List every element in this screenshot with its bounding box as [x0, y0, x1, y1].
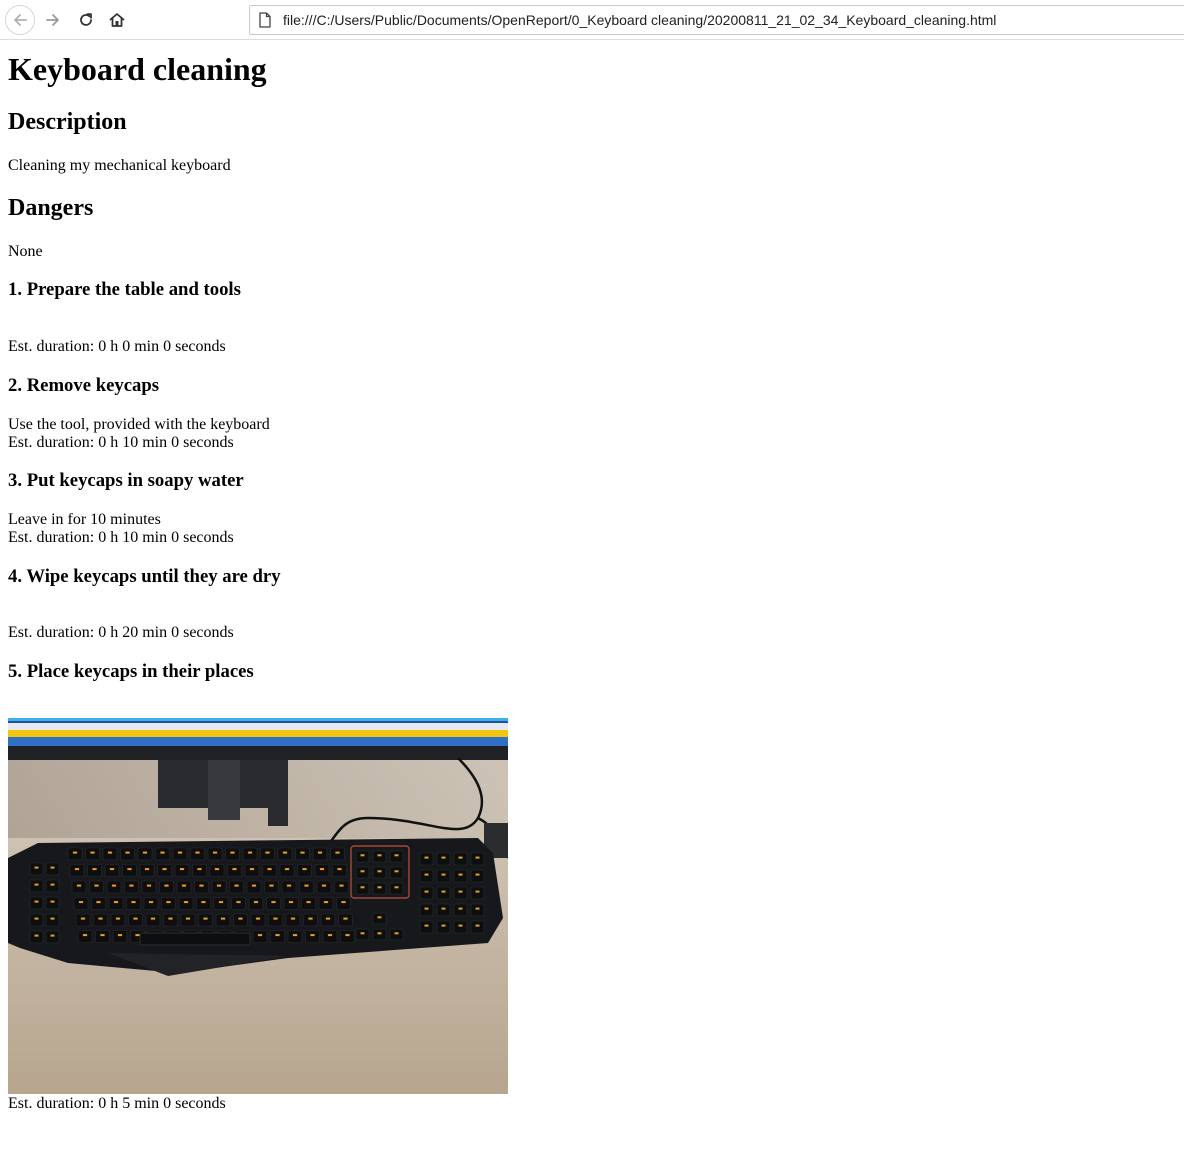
- address-bar[interactable]: file:///C:/Users/Public/Documents/OpenRe…: [249, 5, 1184, 35]
- address-bar-url[interactable]: file:///C:/Users/Public/Documents/OpenRe…: [283, 6, 1173, 34]
- page-title: Keyboard cleaning: [8, 51, 267, 87]
- step-heading: 1. Prepare the table and tools: [8, 279, 241, 300]
- step-heading: 2. Remove keycaps: [8, 375, 160, 396]
- step-note: Use the tool, provided with the keyboard: [8, 416, 270, 433]
- reload-icon: [80, 13, 92, 26]
- browser-toolbar: file:///C:/Users/Public/Documents/OpenRe…: [0, 0, 1184, 40]
- keyboard-photo-illustration: [8, 718, 508, 1094]
- step-duration: Est. duration: 0 h 5 min 0 seconds: [8, 1095, 226, 1112]
- step-heading: 3. Put keycaps in soapy water: [8, 470, 244, 491]
- keyboard-photo: [8, 718, 508, 1094]
- home-icon: [109, 13, 125, 27]
- back-arrow-icon: [14, 14, 27, 26]
- dangers-text: None: [8, 243, 43, 260]
- step-duration: Est. duration: 0 h 20 min 0 seconds: [8, 624, 234, 641]
- step-duration: Est. duration: 0 h 0 min 0 seconds: [8, 338, 226, 355]
- description-text: Cleaning my mechanical keyboard: [8, 157, 231, 174]
- home-button[interactable]: [102, 5, 132, 35]
- file-icon: [259, 12, 271, 28]
- forward-button[interactable]: [38, 5, 68, 35]
- description-heading: Description: [8, 109, 127, 135]
- step-duration: Est. duration: 0 h 10 min 0 seconds: [8, 529, 234, 546]
- dangers-heading: Dangers: [8, 195, 94, 221]
- reload-button[interactable]: [71, 5, 101, 35]
- back-button[interactable]: [5, 5, 35, 35]
- step-heading: 4. Wipe keycaps until they are dry: [8, 566, 281, 587]
- step-heading: 5. Place keycaps in their places: [8, 661, 254, 682]
- step-duration: Est. duration: 0 h 10 min 0 seconds: [8, 434, 234, 451]
- forward-arrow-icon: [46, 14, 59, 26]
- step-note: Leave in for 10 minutes: [8, 511, 161, 528]
